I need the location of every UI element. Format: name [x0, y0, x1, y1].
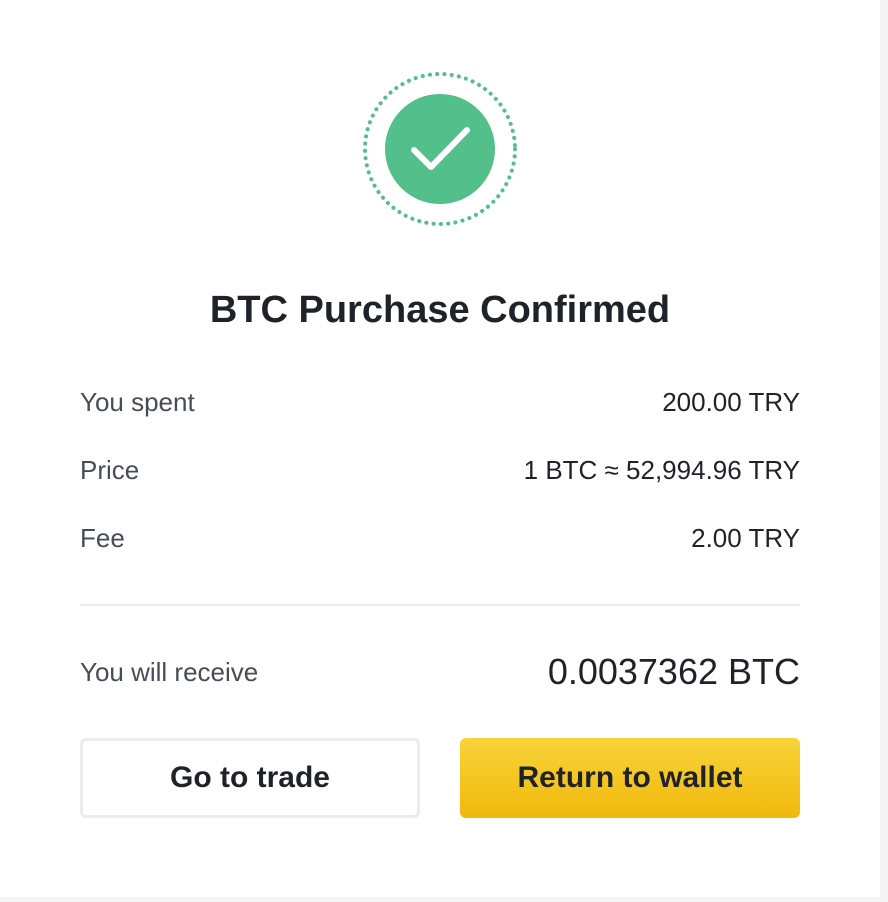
divider: [80, 604, 800, 606]
price-value: 1 BTC ≈ 52,994.96 TRY: [523, 455, 800, 485]
price-label: Price: [80, 455, 140, 485]
fee-label: Fee: [80, 523, 125, 553]
return-to-wallet-button[interactable]: Return to wallet: [460, 738, 800, 818]
detail-row-fee: Fee 2.00 TRY: [80, 520, 800, 556]
receive-label: You will receive: [80, 657, 259, 687]
check-circle-icon: [361, 70, 519, 228]
receive-value: 0.0037362 BTC: [547, 651, 800, 692]
detail-row-receive: You will receive 0.0037362 BTC: [80, 649, 800, 695]
spent-label: You spent: [80, 387, 195, 417]
purchase-confirmation-card: BTC Purchase Confirmed You spent 200.00 …: [0, 0, 880, 897]
spent-value: 200.00 TRY: [662, 387, 800, 417]
fee-value: 2.00 TRY: [691, 523, 800, 553]
detail-row-spent: You spent 200.00 TRY: [80, 384, 800, 420]
go-to-trade-button[interactable]: Go to trade: [80, 738, 420, 818]
detail-row-price: Price 1 BTC ≈ 52,994.96 TRY: [80, 452, 800, 488]
page-title: BTC Purchase Confirmed: [209, 289, 671, 331]
